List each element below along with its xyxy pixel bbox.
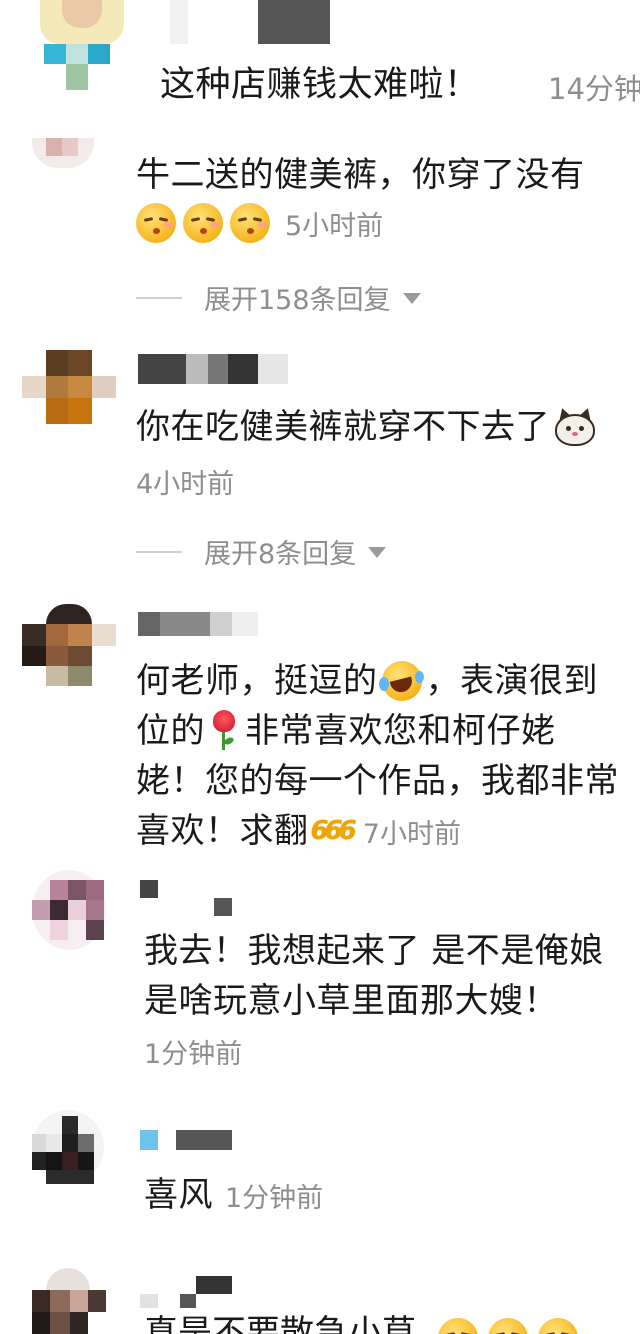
username[interactable]: [140, 880, 232, 916]
comment-time: 4小时前: [136, 469, 235, 500]
divider: [136, 296, 182, 299]
rose-icon: [211, 710, 237, 752]
kissing-face-icon: [183, 203, 223, 243]
avatar[interactable]: [32, 1110, 104, 1184]
emoji-icon: [438, 1318, 478, 1334]
comment-time: 5小时前: [285, 210, 384, 242]
avatar[interactable]: [32, 1268, 106, 1334]
comment-time: 7小时前: [362, 818, 461, 850]
expand-replies-button[interactable]: 展开158条回复: [136, 278, 421, 317]
avatar[interactable]: [32, 138, 94, 170]
caret-down-icon: [368, 547, 387, 558]
emoji-icon: [488, 1318, 528, 1334]
comment-text: 喜欢！求翻: [136, 811, 309, 851]
username[interactable]: [138, 612, 258, 636]
comment-time: 14分钟: [548, 72, 640, 106]
emoji-icon: [538, 1318, 578, 1334]
avatar[interactable]: [40, 0, 124, 92]
comment-text: 何老师，挺逗的: [136, 661, 378, 701]
comment-text-line: 喜欢！求翻 666 7小时前: [136, 806, 461, 856]
comment-text: 是啥玩意小草里面那大嫂！: [144, 981, 558, 1021]
expand-replies-label: 展开8条回复: [204, 539, 357, 570]
laughing-tears-icon: [378, 661, 424, 701]
avatar[interactable]: [22, 604, 116, 686]
comment-text: 真是不要散急小草: [144, 1313, 416, 1334]
username[interactable]: [140, 1276, 232, 1308]
emoji-row-partial: [438, 1318, 578, 1334]
comment-text: 姥！您的每一个作品，我都非常: [136, 761, 619, 801]
comment-text: 非常喜欢您和柯仔姥: [245, 711, 556, 751]
comment-text-line: 位的 非常喜欢您和柯仔姥: [136, 706, 556, 756]
avatar[interactable]: [32, 870, 106, 950]
comment-text: 这种店赚钱太难啦！: [160, 65, 480, 105]
avatar[interactable]: [22, 350, 116, 424]
kissing-face-icon: [230, 203, 270, 243]
divider: [136, 550, 182, 553]
comment-text-partial: 真是不要散急小草: [144, 1310, 416, 1334]
comment-text: 位的: [136, 711, 205, 751]
emoji-row: 5小时前: [136, 202, 383, 244]
comment-time: 1分钟前: [225, 1182, 324, 1214]
comment-time: 1分钟前: [144, 1039, 243, 1070]
caret-down-icon: [402, 293, 421, 304]
cat-face-icon: [554, 406, 596, 446]
comment-text: 牛二送的健美裤，你穿了没有: [136, 155, 585, 195]
kissing-face-icon: [136, 203, 176, 243]
expand-replies-button[interactable]: 展开8条回复: [136, 532, 387, 571]
comment-text: 我去！我想起来了 是不是俺娘: [144, 931, 604, 971]
username[interactable]: [140, 1130, 232, 1150]
comment-text-line: 何老师，挺逗的 ，表演很到: [136, 656, 598, 706]
comment-text: ，表演很到: [425, 661, 598, 701]
comment-text-row: 你在吃健美裤就穿不下去了: [136, 402, 596, 452]
username[interactable]: [138, 354, 288, 384]
expand-replies-label: 展开158条回复: [204, 285, 391, 316]
666-icon: 666: [310, 816, 357, 846]
comment-text-row: 喜风 1分钟前: [144, 1170, 323, 1220]
comment-text: 你在吃健美裤就穿不下去了: [136, 407, 550, 447]
comment-text: 喜风: [144, 1175, 213, 1215]
username[interactable]: [170, 0, 330, 44]
